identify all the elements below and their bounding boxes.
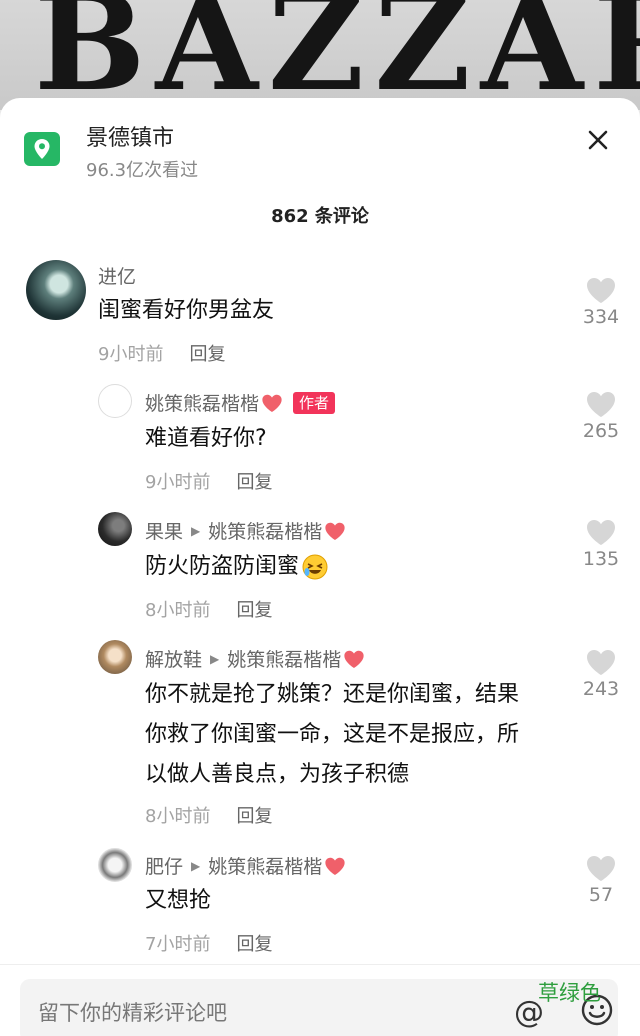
author-badge: 作者 <box>293 391 336 414</box>
comment-meta: 7小时前 回复 <box>145 930 272 956</box>
comment-text-line: 以做人善良点，为孩子积德 <box>145 762 410 787</box>
reply-arrow-icon: ▶ <box>191 858 201 873</box>
comment-time: 7小时前 <box>145 934 211 955</box>
comment-time: 8小时前 <box>145 600 211 621</box>
like-button[interactable]: 265 <box>573 390 629 442</box>
reply-to-username[interactable]: 姚策熊磊楷楷 <box>208 852 322 879</box>
reply-button[interactable]: 回复 <box>236 806 272 827</box>
close-icon <box>588 130 608 150</box>
red-heart-icon <box>344 650 364 668</box>
reply-button[interactable]: 回复 <box>236 934 272 955</box>
avatar[interactable] <box>98 384 132 418</box>
reply-button[interactable]: 回复 <box>189 344 225 365</box>
comment-input-bar: 留下你的精彩评论吧 @ 草绿色 <box>0 964 640 1036</box>
comment-time: 8小时前 <box>145 806 211 827</box>
comment-input-placeholder: 留下你的精彩评论吧 <box>38 1001 227 1025</box>
comment-text: 防火防盗防闺蜜 <box>145 554 300 579</box>
watermark: 草绿色 <box>538 981 601 1005</box>
comment-time: 9小时前 <box>145 472 211 493</box>
location-views: 96.3亿次看过 <box>86 160 199 181</box>
red-heart-icon <box>325 522 345 540</box>
comment-username[interactable]: 肥仔 <box>145 852 183 879</box>
comment-text: 又想抢 <box>145 888 212 913</box>
comment-text: 闺蜜看好你男盆友 <box>98 298 275 323</box>
avatar[interactable] <box>98 512 132 546</box>
like-button[interactable]: 57 <box>573 854 629 906</box>
comment-meta: 8小时前 回复 <box>145 802 272 828</box>
like-button[interactable]: 135 <box>573 518 629 570</box>
comment-text-line: 你不就是抢了姚策？还是你闺蜜，结果 <box>145 682 520 707</box>
laughing-emoji-icon <box>302 554 328 580</box>
comment-count-title: 862 条评论 <box>271 206 369 227</box>
comment-text-line: 你救了你闺蜜一命，这是不是报应，所 <box>145 722 520 747</box>
comment-text: 难道看好你? <box>145 426 267 451</box>
reply-arrow-icon: ▶ <box>191 523 201 538</box>
like-button[interactable]: 243 <box>573 648 629 700</box>
reply-button[interactable]: 回复 <box>236 600 272 621</box>
comment-meta: 8小时前 回复 <box>145 596 272 622</box>
comment-username-row: 解放鞋 ▶ 姚策熊磊楷楷 <box>145 645 365 672</box>
comment-username-row: 姚策熊磊楷楷 作者 <box>145 389 336 416</box>
location-title[interactable]: 景德镇市 <box>86 120 174 152</box>
heart-icon <box>587 392 615 417</box>
magazine-logo: BAZZAR <box>34 0 640 110</box>
avatar[interactable] <box>26 260 86 320</box>
comment-username[interactable]: 进亿 <box>98 262 136 289</box>
red-heart-icon <box>262 394 282 412</box>
comment-username[interactable]: 解放鞋 <box>145 645 202 672</box>
comment-meta: 9小时前 回复 <box>145 468 272 494</box>
like-button[interactable]: 334 <box>573 276 629 328</box>
like-count: 135 <box>582 548 620 570</box>
reply-button[interactable]: 回复 <box>236 472 272 493</box>
comments-sheet: 景德镇市 96.3亿次看过 862 条评论 进亿 闺蜜看好你男盆友 9小时前 回复… <box>0 98 640 1036</box>
background-header: BAZZAR <box>0 0 640 110</box>
comment-time: 9小时前 <box>98 344 164 365</box>
reply-to-username[interactable]: 姚策熊磊楷楷 <box>208 517 322 544</box>
comment-username[interactable]: 姚策熊磊楷楷 <box>145 389 259 416</box>
comment-text-row: 防火防盗防闺蜜 <box>145 548 329 586</box>
like-count: 265 <box>582 420 620 442</box>
like-count: 57 <box>588 884 614 906</box>
reply-to-username[interactable]: 姚策熊磊楷楷 <box>227 645 341 672</box>
comment-meta: 9小时前 回复 <box>98 340 225 366</box>
close-button[interactable] <box>580 122 616 158</box>
avatar[interactable] <box>98 848 132 882</box>
like-count: 334 <box>582 306 620 328</box>
comment-username[interactable]: 果果 <box>145 517 183 544</box>
reply-arrow-icon: ▶ <box>210 651 220 666</box>
heart-icon <box>587 520 615 545</box>
comment-username-row: 肥仔 ▶ 姚策熊磊楷楷 <box>145 852 346 879</box>
like-count: 243 <box>582 678 620 700</box>
comment-input[interactable]: 留下你的精彩评论吧 @ 草绿色 <box>20 979 618 1036</box>
location-pin-icon[interactable] <box>24 132 60 166</box>
red-heart-icon <box>325 857 345 875</box>
comment-username-row: 果果 ▶ 姚策熊磊楷楷 <box>145 517 346 544</box>
avatar[interactable] <box>98 640 132 674</box>
heart-icon <box>587 650 615 675</box>
heart-icon <box>587 856 615 881</box>
heart-icon <box>587 278 615 303</box>
